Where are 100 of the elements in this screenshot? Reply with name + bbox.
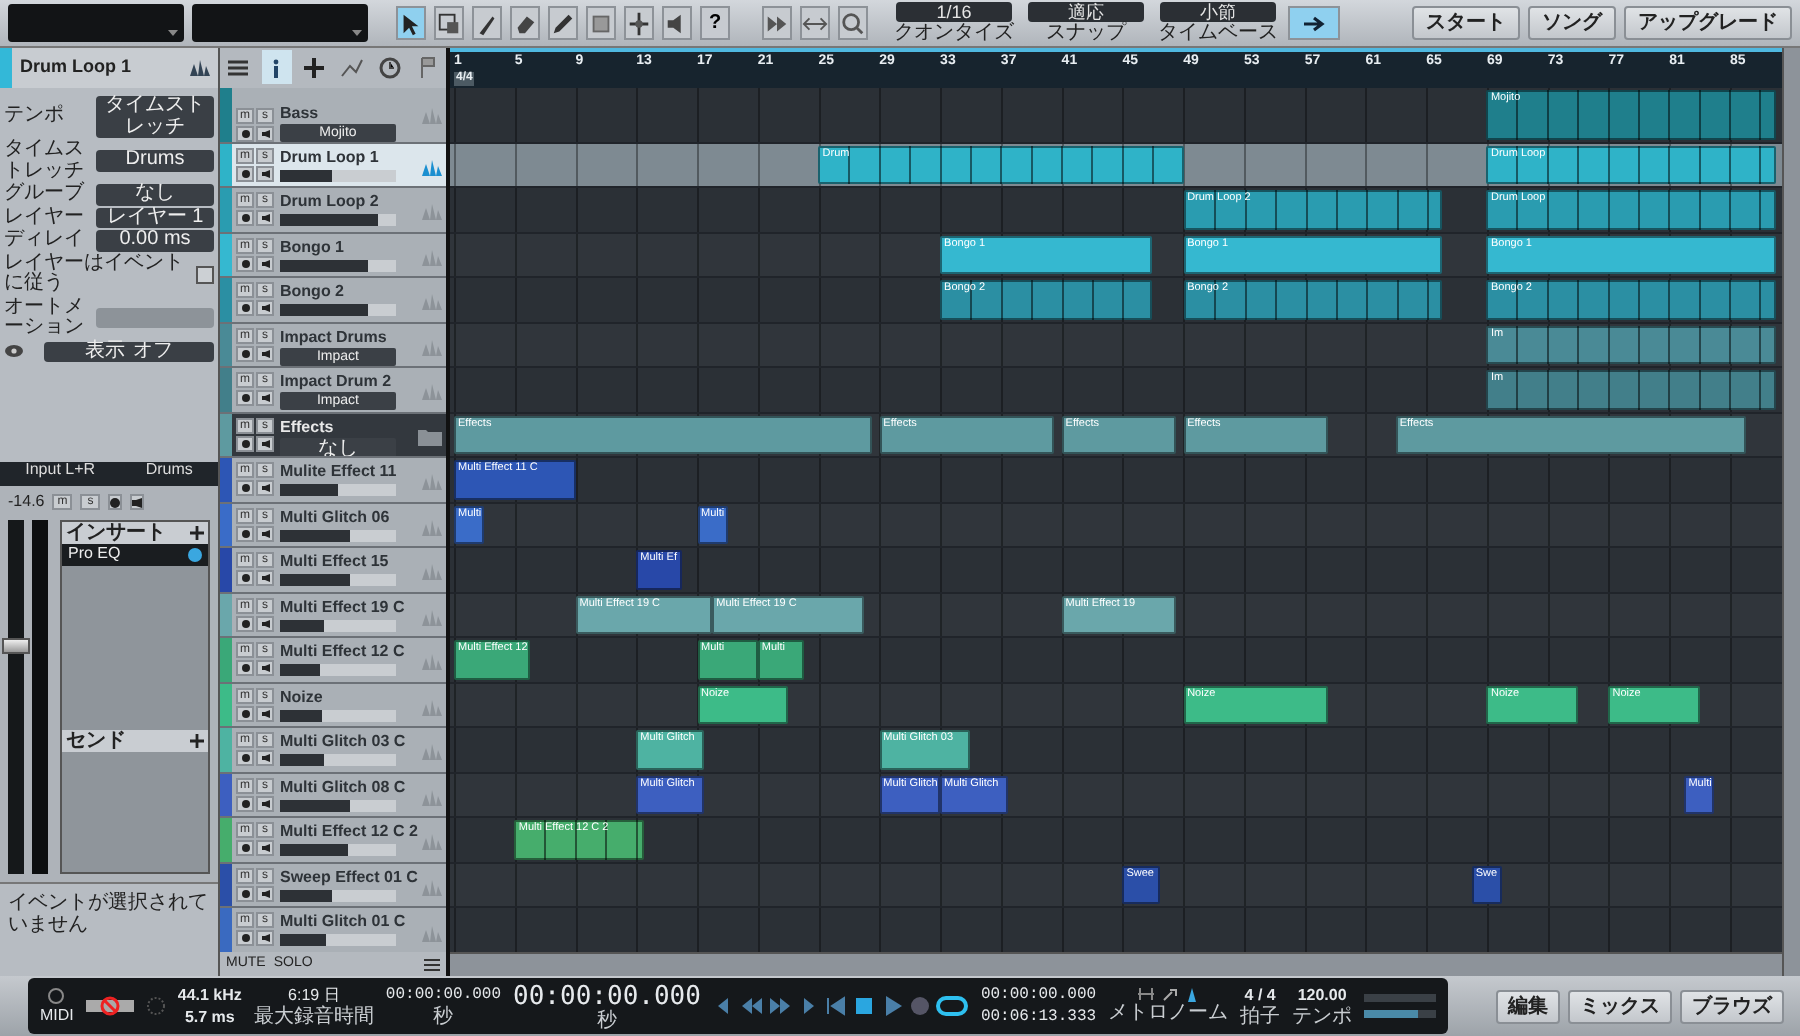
help-button[interactable]: ?: [700, 6, 730, 40]
record-button[interactable]: [236, 840, 254, 857]
record-button[interactable]: [236, 660, 254, 677]
volume-slider[interactable]: [280, 709, 396, 722]
scrollbar[interactable]: [1782, 48, 1800, 976]
transport-button[interactable]: [768, 994, 793, 1018]
page-button[interactable]: ブラウズ: [1680, 989, 1784, 1023]
nav-button[interactable]: アップグレード: [1624, 6, 1792, 40]
tool-button[interactable]: [838, 6, 868, 40]
record-button[interactable]: [236, 300, 254, 317]
monitor-button[interactable]: [256, 525, 274, 542]
monitor-button[interactable]: [256, 930, 274, 947]
value-field[interactable]: 0.00 ms: [96, 230, 214, 251]
monitor-button[interactable]: [256, 885, 274, 902]
page-button[interactable]: ミックス: [1568, 989, 1672, 1023]
volume-slider[interactable]: [280, 844, 396, 857]
volume-slider[interactable]: [280, 169, 396, 182]
fader-thumb[interactable]: [2, 638, 30, 655]
tool-button[interactable]: [662, 6, 692, 40]
tool-button[interactable]: [624, 6, 654, 40]
input-label[interactable]: Input L+R: [0, 462, 121, 486]
record-button[interactable]: [236, 525, 254, 542]
record-button[interactable]: [108, 494, 123, 511]
volume-slider[interactable]: [280, 529, 396, 542]
loop-button[interactable]: [936, 994, 969, 1018]
dropdown-field[interactable]: [192, 4, 368, 42]
volume-slider[interactable]: [280, 619, 396, 632]
volume-slider[interactable]: [280, 754, 396, 767]
record-button[interactable]: [236, 705, 254, 722]
value-field[interactable]: なし: [96, 184, 214, 205]
plus-icon[interactable]: [190, 734, 204, 748]
value-field[interactable]: [96, 308, 214, 328]
record-button[interactable]: [236, 345, 254, 362]
monitor-button[interactable]: [256, 435, 274, 452]
monitor-button[interactable]: [256, 840, 274, 857]
record-button[interactable]: [236, 165, 254, 182]
volume-slider[interactable]: [280, 889, 396, 902]
record-button[interactable]: [236, 750, 254, 767]
record-button[interactable]: [236, 795, 254, 812]
volume-slider[interactable]: [280, 484, 396, 497]
record-button[interactable]: [236, 930, 254, 947]
quantize-field[interactable]: 適応: [1028, 2, 1144, 22]
volume-slider[interactable]: [280, 664, 396, 677]
record-button[interactable]: [236, 480, 254, 497]
monitor-button[interactable]: [256, 210, 274, 227]
monitor-button[interactable]: [256, 480, 274, 497]
volume-slider[interactable]: [280, 799, 396, 812]
tool-button[interactable]: [762, 6, 792, 40]
transport-button[interactable]: [824, 994, 849, 1018]
transport-button[interactable]: [880, 994, 905, 1018]
preset-button[interactable]: なし: [280, 437, 396, 457]
tool-button[interactable]: [510, 6, 540, 40]
monitor-button[interactable]: [256, 390, 274, 407]
tool-button[interactable]: [472, 6, 502, 40]
value-field[interactable]: Drums: [96, 150, 214, 172]
monitor-button[interactable]: [256, 345, 274, 362]
tool-button[interactable]: [396, 6, 426, 40]
record-button[interactable]: [236, 125, 254, 142]
value-field[interactable]: レイヤー 1: [96, 207, 214, 228]
volume-slider[interactable]: [280, 304, 396, 317]
page-button[interactable]: 編集: [1496, 989, 1560, 1023]
record-button[interactable]: [236, 435, 254, 452]
volume-slider[interactable]: [280, 574, 396, 587]
record-button[interactable]: [236, 390, 254, 407]
monitor-button[interactable]: [256, 255, 274, 272]
insert-slot[interactable]: Pro EQ: [62, 543, 208, 566]
nav-button[interactable]: スタート: [1412, 6, 1520, 40]
volume-slider[interactable]: [280, 259, 396, 272]
record-button[interactable]: [236, 570, 254, 587]
monitor-button[interactable]: [256, 300, 274, 317]
toolbar-button[interactable]: [261, 50, 292, 85]
volume-slider[interactable]: [280, 934, 396, 947]
transport-button[interactable]: [740, 994, 765, 1018]
transport-button[interactable]: [852, 994, 877, 1018]
record-button[interactable]: [236, 885, 254, 902]
tool-button[interactable]: [434, 6, 464, 40]
tool-button[interactable]: [800, 6, 830, 40]
list-icon[interactable]: [424, 957, 440, 972]
follow-button[interactable]: [1288, 6, 1340, 40]
record-button[interactable]: [236, 615, 254, 632]
monitor-button[interactable]: [256, 615, 274, 632]
value-field[interactable]: タイムストレッチ: [96, 96, 214, 138]
record-button[interactable]: [236, 255, 254, 272]
tool-button[interactable]: [548, 6, 578, 40]
monitor-button[interactable]: [256, 570, 274, 587]
monitor-button[interactable]: [256, 705, 274, 722]
plus-icon[interactable]: [190, 525, 204, 540]
scrollbar[interactable]: [450, 952, 1782, 976]
nav-button[interactable]: ソング: [1528, 6, 1616, 40]
quantize-field[interactable]: 1/16: [896, 2, 1012, 22]
monitor-button[interactable]: [256, 660, 274, 677]
checkbox[interactable]: [196, 265, 214, 283]
monitor-button[interactable]: [256, 795, 274, 812]
toggle-button[interactable]: 表示 オフ: [44, 341, 214, 362]
monitor-button[interactable]: [256, 125, 274, 142]
dropdown-field[interactable]: [8, 4, 184, 42]
quantize-field[interactable]: 小節: [1160, 2, 1276, 22]
record-button[interactable]: [236, 210, 254, 227]
monitor-button[interactable]: [256, 165, 274, 182]
output-label[interactable]: Drums: [120, 462, 219, 486]
